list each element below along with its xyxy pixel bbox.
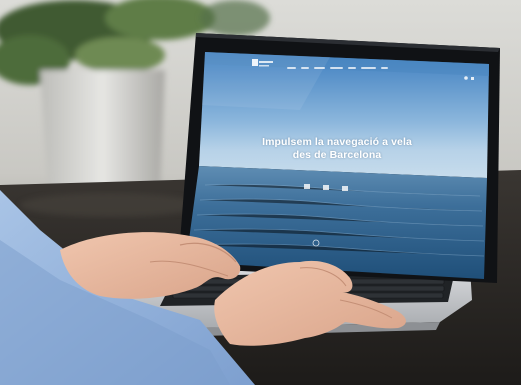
hero-line-2: des de Barcelona	[292, 149, 382, 161]
photo-frame: Impulsem la navegació a vela des de Barc…	[0, 0, 521, 385]
laptop-display	[186, 52, 489, 279]
background-plant-right	[200, 0, 270, 36]
photo-scene	[0, 0, 521, 385]
website-hero-headline: Impulsem la navegació a vela des de Barc…	[212, 136, 462, 162]
hero-line-1: Impulsem la navegació a vela	[262, 136, 412, 148]
website-nav-menu	[287, 67, 388, 69]
website-logo-icon	[252, 59, 273, 67]
